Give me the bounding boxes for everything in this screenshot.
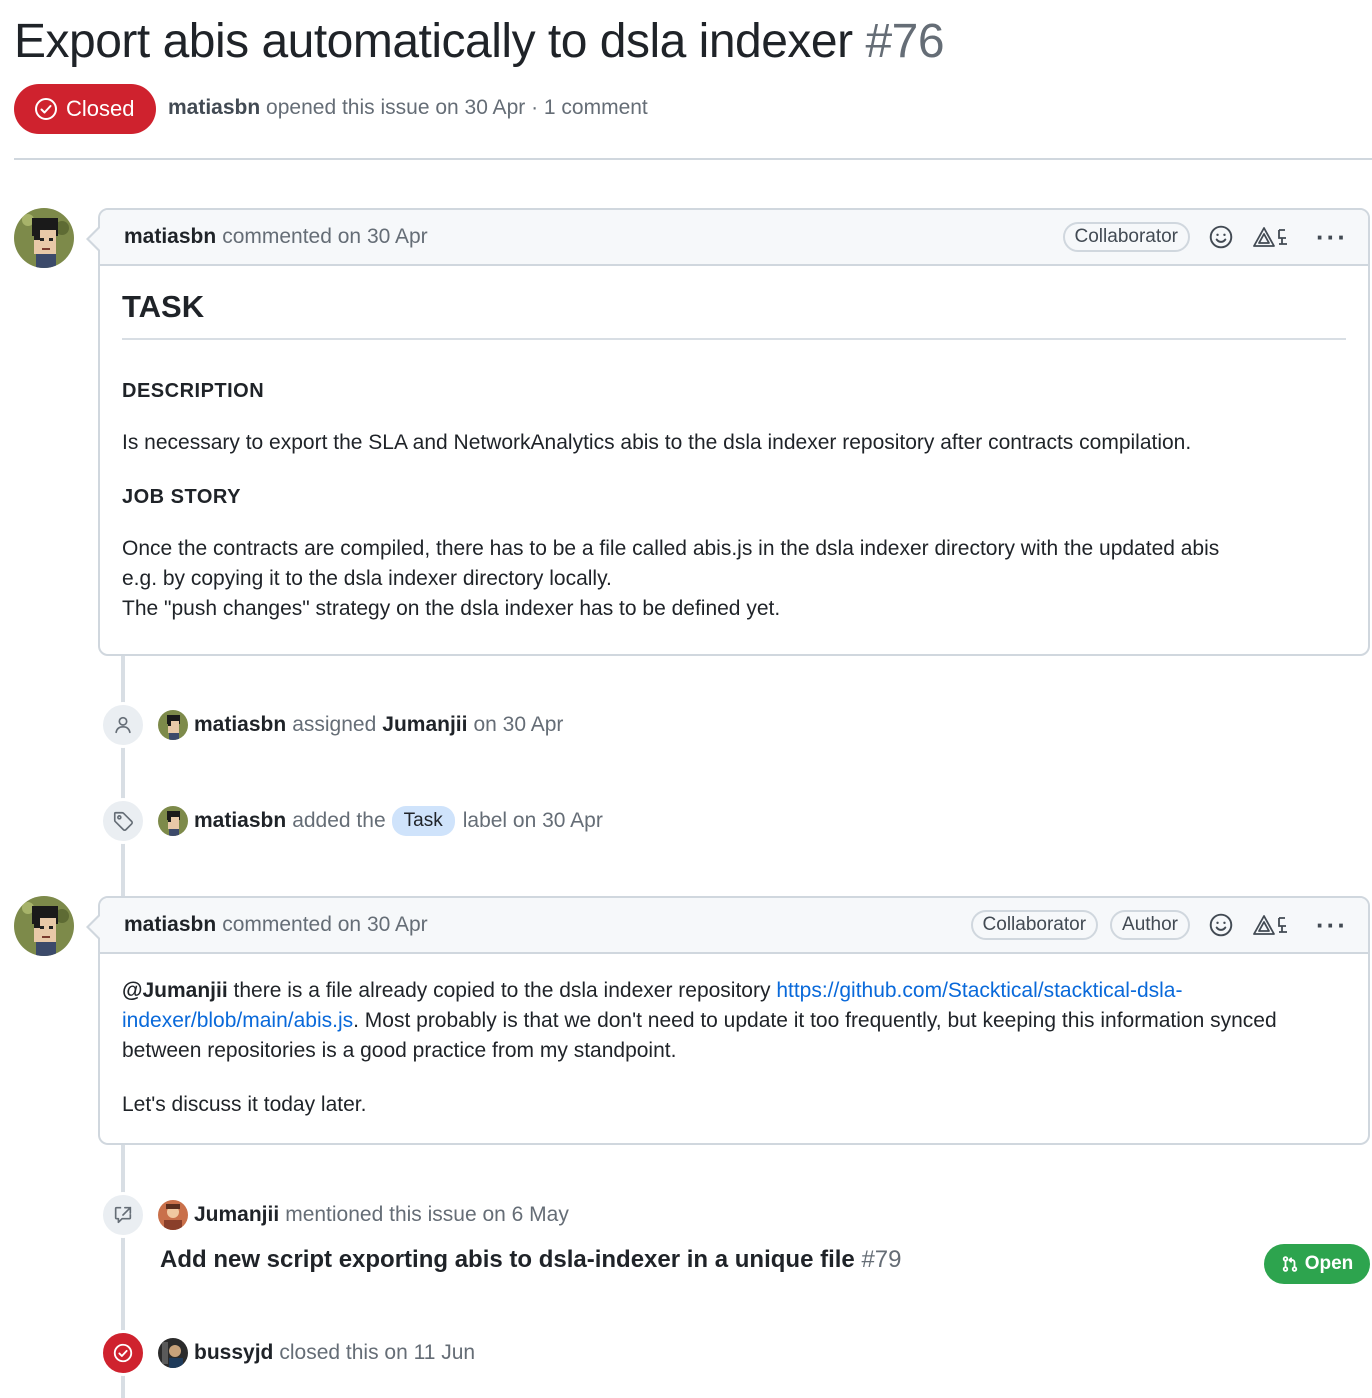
event-actor[interactable]: matiasbn xyxy=(194,809,286,833)
avatar[interactable] xyxy=(158,1338,188,1368)
comment-text: there is a file already copied to the ds… xyxy=(227,979,777,1002)
referenced-pr-title[interactable]: Add new script exporting abis to dsla-in… xyxy=(160,1246,902,1274)
issue-title: Export abis automatically to dsla indexe… xyxy=(14,14,945,69)
triangle-report-icon[interactable] xyxy=(1252,912,1292,938)
comment-author[interactable]: matiasbn xyxy=(124,225,216,249)
pr-state-label: Open xyxy=(1304,1253,1354,1274)
label-task[interactable]: Task xyxy=(391,806,455,836)
event-verb: assigned xyxy=(292,713,377,736)
git-pull-request-icon xyxy=(1282,1256,1297,1272)
user-mention[interactable]: @Jumanjii xyxy=(122,979,228,1002)
comment-paragraph-1: @Jumanjii there is a file already copied… xyxy=(122,976,1346,1066)
event-actor[interactable]: bussyjd xyxy=(194,1341,273,1365)
event-assignee[interactable]: Jumanjii xyxy=(382,713,467,737)
cross-reference-icon xyxy=(100,1192,146,1238)
comment-timestamp[interactable]: commented on 30 Apr xyxy=(222,225,427,249)
kebab-horizontal-icon[interactable]: ··· xyxy=(1316,224,1348,250)
header-divider xyxy=(14,158,1372,160)
author-badge: Author xyxy=(1110,910,1191,940)
issue-title-text: Export abis automatically to dsla indexe… xyxy=(14,15,853,68)
task-heading: TASK xyxy=(122,288,1346,340)
avatar[interactable] xyxy=(158,710,188,740)
description-text: Is necessary to export the SLA and Netwo… xyxy=(122,431,1192,454)
job-story-heading: JOB STORY xyxy=(122,486,241,508)
kebab-horizontal-icon[interactable]: ··· xyxy=(1316,912,1348,938)
issue-meta: matiasbn opened this issue on 30 Apr · 1… xyxy=(168,96,648,120)
collaborator-badge: Collaborator xyxy=(970,910,1099,940)
smiley-icon[interactable] xyxy=(1208,912,1234,938)
comment-paragraph-2: Let's discuss it today later. xyxy=(122,1093,367,1116)
timeline-event-assigned: matiasbn assigned Jumanjii on 30 Apr xyxy=(100,702,563,748)
pr-state-badge: Open xyxy=(1264,1244,1370,1284)
referenced-pr-number[interactable]: #79 xyxy=(861,1246,901,1273)
timeline-event-closed: bussyjd closed this on 11 Jun xyxy=(100,1330,475,1376)
avatar[interactable] xyxy=(158,806,188,836)
comment-author[interactable]: matiasbn xyxy=(124,913,216,937)
event-actor[interactable]: Jumanjii xyxy=(194,1203,279,1227)
issue-number: #76 xyxy=(865,15,945,68)
check-circle-icon xyxy=(100,1330,146,1376)
issue-author-link[interactable]: matiasbn xyxy=(168,96,260,119)
avatar[interactable] xyxy=(158,1200,188,1230)
timeline-event-labeled: matiasbn added the Task label on 30 Apr xyxy=(100,798,603,844)
comment-header: matiasbn commented on 30 Apr Collaborato… xyxy=(100,210,1368,266)
comment-body: @Jumanjii there is a file already copied… xyxy=(100,954,1368,1144)
check-circle-icon xyxy=(34,97,58,121)
job-story-line-1: Once the contracts are compiled, there h… xyxy=(122,537,1220,560)
event-actor[interactable]: matiasbn xyxy=(194,713,286,737)
comment-body: TASK DESCRIPTION Is necessary to export … xyxy=(100,266,1368,648)
event-time[interactable]: on 30 Apr xyxy=(473,713,563,737)
event-text: added the xyxy=(292,809,386,832)
referenced-pr-title-text[interactable]: Add new script exporting abis to dsla-in… xyxy=(160,1246,855,1273)
job-story-line-3: The "push changes" strategy on the dsla … xyxy=(122,597,781,620)
issue-state-label: Closed xyxy=(66,96,135,121)
smiley-icon[interactable] xyxy=(1208,224,1234,250)
comment-1: matiasbn commented on 30 Apr Collaborato… xyxy=(86,208,1370,656)
collaborator-badge: Collaborator xyxy=(1062,222,1191,252)
triangle-report-icon[interactable] xyxy=(1252,224,1292,250)
tag-icon xyxy=(100,798,146,844)
description-heading: DESCRIPTION xyxy=(122,380,265,402)
timeline-event-mentioned: Jumanjii mentioned this issue on 6 May xyxy=(100,1192,569,1238)
event-text: mentioned this issue on 6 May xyxy=(285,1203,569,1226)
job-story-line-2: e.g. by copying it to the dsla indexer d… xyxy=(122,567,612,590)
avatar[interactable] xyxy=(14,208,74,268)
person-icon xyxy=(100,702,146,748)
issue-state-badge: Closed xyxy=(14,84,156,134)
issue-meta-text: opened this issue on 30 Apr · 1 comment xyxy=(266,96,648,119)
comment-timestamp[interactable]: commented on 30 Apr xyxy=(222,913,427,937)
job-story-text: Once the contracts are compiled, there h… xyxy=(122,534,1346,624)
avatar[interactable] xyxy=(14,896,74,956)
comment-2: matiasbn commented on 30 Apr Collaborato… xyxy=(86,896,1370,1145)
event-text: closed this on 11 Jun xyxy=(279,1341,476,1364)
comment-header: matiasbn commented on 30 Apr Collaborato… xyxy=(100,898,1368,954)
event-text-post: label on 30 Apr xyxy=(462,809,603,832)
